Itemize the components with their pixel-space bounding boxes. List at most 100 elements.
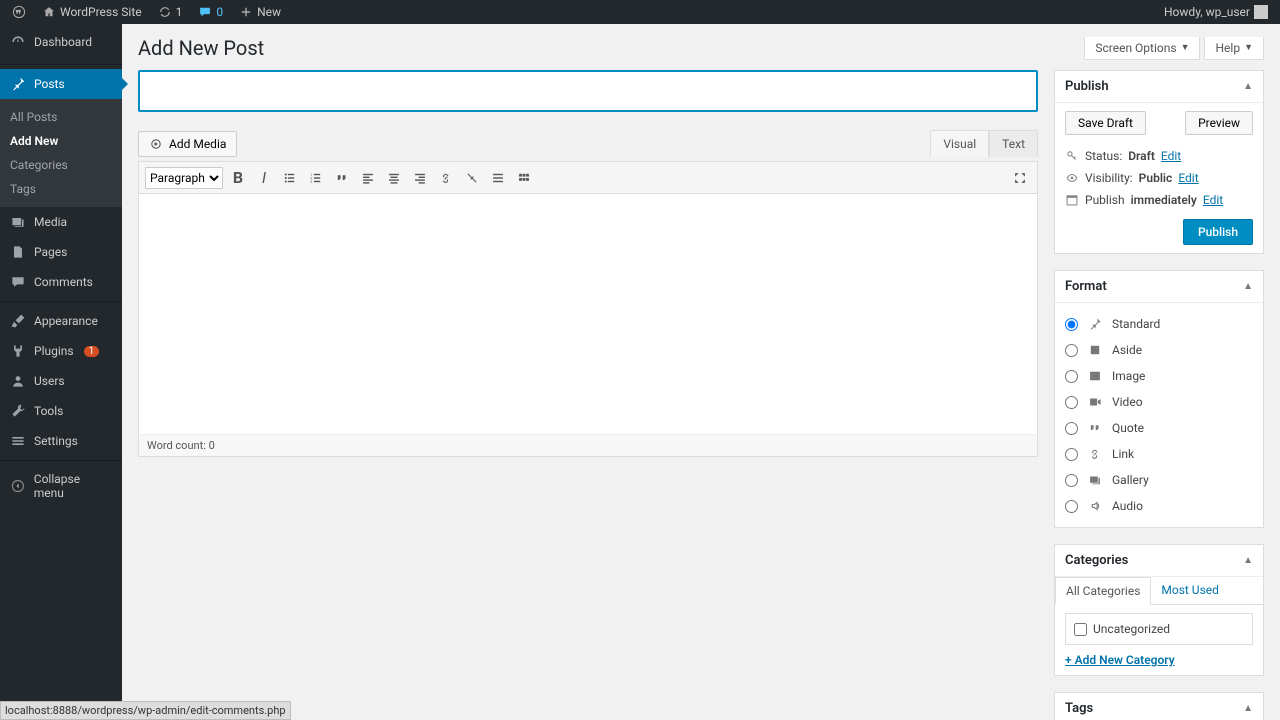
posts-submenu: All Posts Add New Categories Tags (0, 99, 122, 207)
screen-options-toggle[interactable]: Screen Options▼ (1084, 37, 1200, 60)
categories-metabox: Categories▲ All Categories Most Used Unc… (1054, 544, 1264, 676)
align-center-button[interactable] (383, 167, 405, 189)
readmore-button[interactable] (487, 167, 509, 189)
add-media-button[interactable]: Add Media (138, 131, 237, 157)
format-select[interactable]: Paragraph (145, 167, 223, 189)
admin-bar: WordPress Site 1 0 New Howdy, wp_user (0, 0, 1280, 24)
categories-heading[interactable]: Categories▲ (1055, 545, 1263, 577)
tags-heading[interactable]: Tags▲ (1055, 693, 1263, 720)
collapse-menu[interactable]: Collapse menu (0, 465, 122, 507)
link-icon (439, 171, 453, 185)
key-icon (1065, 149, 1079, 163)
format-option-video[interactable]: Video (1065, 389, 1253, 415)
format-radio[interactable] (1065, 344, 1078, 357)
post-title-input[interactable] (138, 70, 1038, 112)
format-option-audio[interactable]: Audio (1065, 493, 1253, 519)
tab-most-used[interactable]: Most Used (1151, 577, 1229, 604)
number-list-button[interactable]: 123 (305, 167, 327, 189)
avatar (1254, 5, 1268, 19)
number-list-icon: 123 (309, 171, 323, 185)
site-name: WordPress Site (60, 5, 142, 19)
sidebar-item-comments[interactable]: Comments (0, 267, 122, 297)
format-option-aside[interactable]: Aside (1065, 337, 1253, 363)
plug-icon (10, 343, 26, 359)
tab-visual[interactable]: Visual (930, 130, 989, 157)
format-option-gallery[interactable]: Gallery (1065, 467, 1253, 493)
updates-link[interactable]: 1 (152, 0, 189, 24)
tab-all-categories[interactable]: All Categories (1055, 577, 1151, 605)
align-left-button[interactable] (357, 167, 379, 189)
fullscreen-button[interactable] (1009, 167, 1031, 189)
site-link[interactable]: WordPress Site (36, 0, 148, 24)
submenu-add-new[interactable]: Add New (0, 129, 122, 153)
editor-textarea[interactable] (139, 194, 1037, 434)
format-option-quote[interactable]: Quote (1065, 415, 1253, 441)
editor-toolbar: Paragraph B I 123 (139, 162, 1037, 194)
edit-visibility[interactable]: Edit (1178, 171, 1198, 185)
word-count: Word count: 0 (139, 434, 1037, 456)
unlink-button[interactable] (461, 167, 483, 189)
sidebar-item-plugins[interactable]: Plugins1 (0, 336, 122, 366)
sidebar-item-users[interactable]: Users (0, 366, 122, 396)
format-radio[interactable] (1065, 318, 1078, 331)
kitchen-sink-icon (517, 171, 531, 185)
pin-icon (10, 76, 26, 92)
submenu-all-posts[interactable]: All Posts (0, 105, 122, 129)
format-heading[interactable]: Format▲ (1055, 271, 1263, 303)
submenu-categories[interactable]: Categories (0, 153, 122, 177)
sliders-icon (10, 433, 26, 449)
bold-button[interactable]: B (227, 167, 249, 189)
submenu-tags[interactable]: Tags (0, 177, 122, 201)
format-radio[interactable] (1065, 500, 1078, 513)
publish-button[interactable]: Publish (1183, 219, 1253, 245)
save-draft-button[interactable]: Save Draft (1065, 111, 1146, 135)
format-label: Standard (1112, 317, 1160, 331)
plugin-count-badge: 1 (84, 346, 100, 357)
format-option-standard[interactable]: Standard (1065, 311, 1253, 337)
aside-icon (1086, 341, 1104, 359)
bullet-list-icon (283, 171, 297, 185)
format-radio[interactable] (1065, 422, 1078, 435)
sidebar-item-media[interactable]: Media (0, 207, 122, 237)
link-button[interactable] (435, 167, 457, 189)
wp-logo[interactable] (6, 0, 32, 24)
format-metabox: Format▲ Standard AsideImage Video QuoteLink… (1054, 270, 1264, 528)
format-radio[interactable] (1065, 396, 1078, 409)
chevron-up-icon: ▲ (1243, 281, 1253, 292)
align-left-icon (361, 171, 375, 185)
sidebar-item-label: Dashboard (34, 35, 92, 49)
editor-mode-tabs: Visual Text (930, 130, 1038, 157)
format-option-link[interactable]: Link (1065, 441, 1253, 467)
tab-text[interactable]: Text (989, 130, 1038, 157)
edit-publish-date[interactable]: Edit (1203, 193, 1223, 207)
preview-button[interactable]: Preview (1185, 111, 1253, 135)
page-icon (10, 244, 26, 260)
format-label: Video (1112, 395, 1143, 409)
sidebar-item-settings[interactable]: Settings (0, 426, 122, 456)
add-category-link[interactable]: + Add New Category (1065, 653, 1175, 667)
format-radio[interactable] (1065, 370, 1078, 383)
sidebar-item-posts[interactable]: Posts (0, 69, 122, 99)
align-right-button[interactable] (409, 167, 431, 189)
sidebar-item-label: Tools (34, 404, 63, 418)
edit-status[interactable]: Edit (1161, 149, 1181, 163)
sidebar-item-dashboard[interactable]: Dashboard (0, 24, 122, 60)
format-radio[interactable] (1065, 474, 1078, 487)
help-toggle[interactable]: Help▼ (1204, 37, 1264, 60)
format-option-image[interactable]: Image (1065, 363, 1253, 389)
bullet-list-button[interactable] (279, 167, 301, 189)
sidebar-item-appearance[interactable]: Appearance (0, 306, 122, 336)
sidebar-item-tools[interactable]: Tools (0, 396, 122, 426)
user-menu[interactable]: Howdy, wp_user (1158, 0, 1274, 24)
format-radio[interactable] (1065, 448, 1078, 461)
new-content[interactable]: New (233, 0, 287, 24)
toolbar-toggle-button[interactable] (513, 167, 535, 189)
sidebar-item-pages[interactable]: Pages (0, 237, 122, 267)
sidebar-item-label: Appearance (34, 314, 98, 328)
publish-heading[interactable]: Publish▲ (1055, 71, 1263, 103)
italic-button[interactable]: I (253, 167, 275, 189)
category-checkbox[interactable] (1074, 623, 1087, 636)
blockquote-button[interactable] (331, 167, 353, 189)
comments-link[interactable]: 0 (192, 0, 229, 24)
category-uncategorized[interactable]: Uncategorized (1074, 622, 1244, 636)
